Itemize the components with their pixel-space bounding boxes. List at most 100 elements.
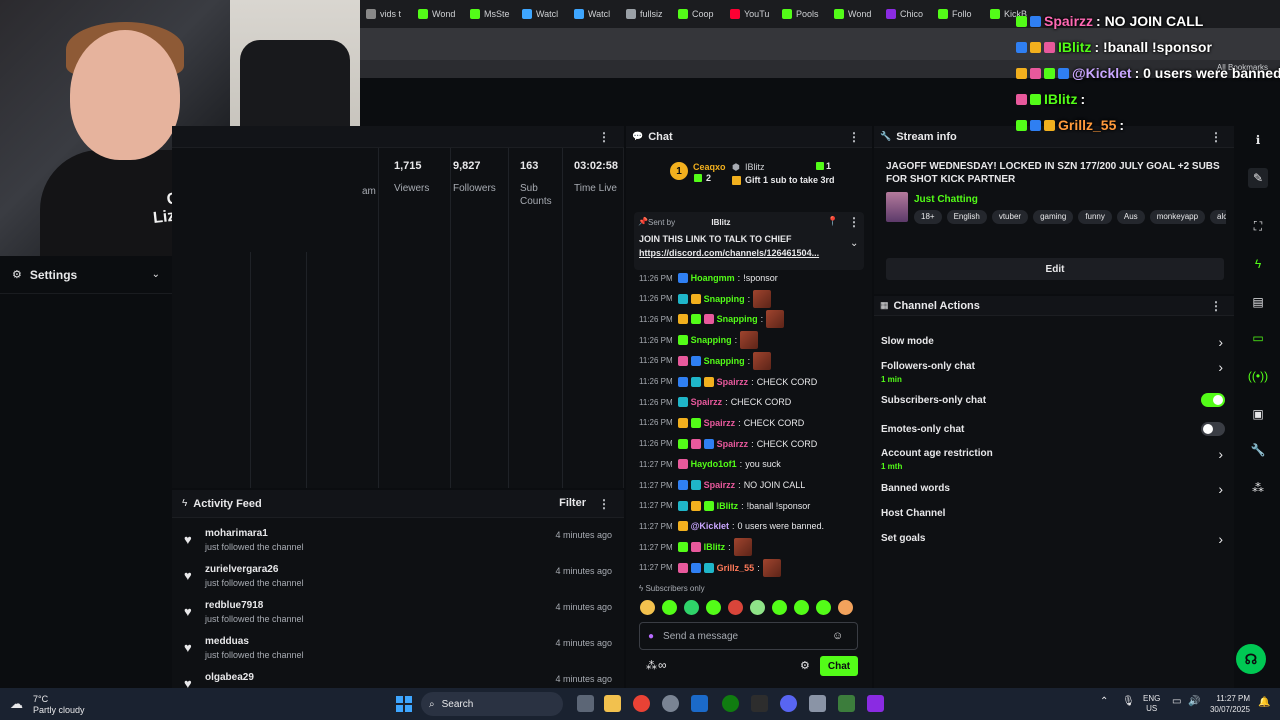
filter-button[interactable]: Filter [559, 497, 586, 509]
discord-icon[interactable] [780, 695, 797, 712]
message-user[interactable]: IBlitz [704, 542, 726, 552]
chevron-right-icon[interactable]: › [1218, 446, 1223, 462]
apps-icon[interactable]: ⁂ [1248, 478, 1268, 498]
browser-tab[interactable]: Pools [782, 5, 830, 23]
chat-icon[interactable]: ▭ [1248, 328, 1268, 348]
follower-name[interactable]: olgabea29 [205, 672, 254, 683]
quick-emote-icon[interactable] [728, 600, 743, 615]
chevron-down-icon[interactable]: ⌄ [850, 238, 858, 249]
browser-tab[interactable]: Coop [678, 5, 726, 23]
browser-tab[interactable]: vids t [366, 5, 414, 23]
pinned-link[interactable]: https://discord.com/channels/126461504..… [639, 248, 837, 258]
chat-message[interactable]: 11:27 PM IBlitz: [639, 538, 752, 557]
volume-icon[interactable]: 🔊 [1188, 696, 1200, 707]
quick-emote-icon[interactable] [750, 600, 765, 615]
lightning-icon[interactable]: ϟ [1248, 254, 1268, 274]
channel-actions-menu-icon[interactable]: ⋮ [1210, 299, 1222, 313]
chat-tools-icon[interactable]: ⁂ [646, 659, 657, 672]
obs-icon[interactable] [662, 695, 679, 712]
browser-tab[interactable]: fullsiz [626, 5, 674, 23]
chat-message[interactable]: 11:26 PM Hoangmm: !sponsor [639, 269, 778, 287]
store-icon[interactable] [838, 695, 855, 712]
chevron-right-icon[interactable]: › [1218, 531, 1223, 547]
browser-tab[interactable]: Watcl [574, 5, 622, 23]
toggle-switch[interactable] [1201, 422, 1225, 436]
activity-feed-item[interactable]: ♥ moharimara1 just followed the channel 4 m… [184, 528, 614, 560]
chat-message[interactable]: 11:26 PM Snapping: [639, 331, 759, 350]
quick-emote-icon[interactable] [772, 600, 787, 615]
activity-menu-icon[interactable]: ⋮ [598, 497, 610, 511]
browser-tab[interactable]: Chico [886, 5, 934, 23]
file-explorer-icon[interactable] [604, 695, 621, 712]
activity-feed-item[interactable]: ♥ medduas just followed the channel 4 minut… [184, 636, 614, 668]
follower-name[interactable]: zurielvergara26 [205, 564, 278, 575]
follower-name[interactable]: medduas [205, 636, 249, 647]
tray-clock[interactable]: 11:27 PM 30/07/2025 [1206, 693, 1250, 715]
channel-action-banned-words[interactable]: Banned words › [881, 479, 1231, 503]
stream-tag[interactable]: English [946, 210, 987, 224]
chevron-right-icon[interactable]: › [1218, 359, 1223, 375]
screen-capture-icon[interactable]: ⛶ [1248, 216, 1268, 236]
chevron-down-icon[interactable]: ⌄ [152, 269, 160, 280]
taskbar-search[interactable]: ⌕ Search [421, 692, 563, 716]
windows-start-icon[interactable] [396, 696, 412, 712]
chat-send-button[interactable]: Chat [820, 656, 858, 676]
channel-action-account-age-restriction[interactable]: Account age restriction 1 mth › [881, 444, 1231, 471]
wrench-icon[interactable]: 🔧 [1248, 440, 1268, 460]
pencil-icon[interactable]: ✎ [1248, 168, 1268, 188]
message-user[interactable]: IBlitz [717, 501, 739, 511]
settings-row[interactable]: ⚙ Settings ⌄ [0, 256, 172, 294]
message-user[interactable]: Spairzz [691, 397, 723, 407]
message-user[interactable]: Grillz_55 [717, 563, 755, 573]
activity-feed-item[interactable]: ♥ redblue7918 just followed the channel 4 m… [184, 600, 614, 632]
chevron-right-icon[interactable]: › [1218, 481, 1223, 497]
quick-emote-icon[interactable] [640, 600, 655, 615]
layout-icon[interactable]: ▣ [1248, 404, 1268, 424]
quick-emote-icon[interactable] [706, 600, 721, 615]
chat-message[interactable]: 11:26 PM Spairzz: CHECK CORD [639, 373, 817, 391]
input-language[interactable]: ENG US [1143, 694, 1160, 714]
gift-cta[interactable]: Gift 1 sub to take 3rd [745, 175, 835, 185]
browser-tab[interactable]: YouTu [730, 5, 778, 23]
chat-message[interactable]: 11:26 PM Spairzz: CHECK CORD [639, 414, 804, 432]
chat-message[interactable]: 11:26 PM Spairzz: CHECK CORD [639, 435, 817, 453]
broadcast-icon[interactable]: ((•)) [1248, 366, 1268, 386]
microphone-icon[interactable]: 🎙 [1122, 696, 1135, 707]
category-name[interactable]: Just Chatting [914, 194, 978, 205]
stream-tag[interactable]: Aus [1116, 210, 1145, 224]
stream-tag[interactable]: funny [1078, 210, 1112, 224]
edit-stream-button[interactable]: Edit [886, 258, 1224, 280]
unpin-icon[interactable]: 📍 [827, 216, 838, 227]
category-thumbnail[interactable] [886, 192, 908, 222]
xbox-icon[interactable] [722, 695, 739, 712]
message-user[interactable]: Snapping [704, 294, 745, 304]
quick-emote-icon[interactable] [794, 600, 809, 615]
browser-tab[interactable]: MsSte [470, 5, 518, 23]
emoji-icon[interactable]: ☺ [832, 630, 843, 642]
clipboard-icon[interactable]: ▤ [1248, 292, 1268, 312]
chat-message[interactable]: 11:26 PM Snapping: [639, 310, 785, 329]
settings-app-icon[interactable] [809, 695, 826, 712]
channel-action-followers-only-chat[interactable]: Followers-only chat 1 min › [881, 357, 1231, 384]
pinned-menu-icon[interactable]: ⋮ [848, 215, 860, 229]
stream-tag[interactable]: vtuber [991, 210, 1029, 224]
epic-games-icon[interactable] [751, 695, 768, 712]
message-input-wrapper[interactable]: ● ☺ [639, 622, 858, 650]
message-user[interactable]: Spairzz [704, 480, 736, 490]
message-user[interactable]: Spairzz [717, 439, 749, 449]
browser-tab[interactable]: Wond [834, 5, 882, 23]
chat-message[interactable]: 11:27 PM IBlitz: !banall !sponsor [639, 497, 810, 515]
message-user[interactable]: Hoangmm [691, 273, 735, 283]
message-user[interactable]: Haydo1of1 [691, 459, 737, 469]
microphone-icon[interactable]: ● [648, 631, 654, 642]
activity-feed-item[interactable]: ♥ zurielvergara26 just followed the channe… [184, 564, 614, 596]
notification-icon[interactable]: 🔔 [1258, 697, 1270, 708]
chat-menu-icon[interactable]: ⋮ [848, 130, 860, 144]
follower-name[interactable]: moharimara1 [205, 528, 268, 539]
chevron-right-icon[interactable]: › [1218, 334, 1223, 350]
stream-tag[interactable]: monkeyapp [1149, 210, 1206, 224]
chat-message[interactable]: 11:26 PM Snapping: [639, 351, 772, 370]
gear-icon[interactable]: ⚙ [800, 659, 810, 672]
toggle-switch[interactable] [1201, 393, 1225, 407]
chat-message[interactable]: 11:26 PM Spairzz: CHECK CORD [639, 393, 791, 411]
